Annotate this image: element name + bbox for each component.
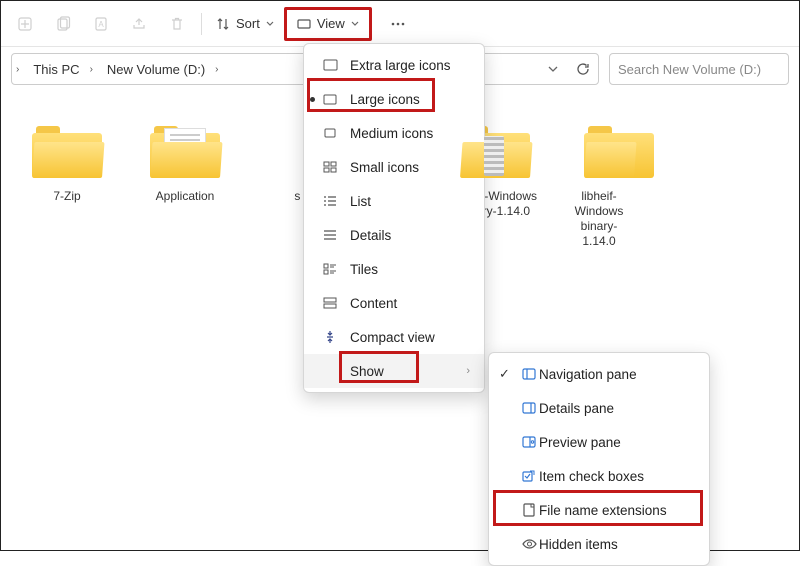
- chevron-right-icon: ›: [466, 365, 470, 377]
- refresh-icon: [576, 62, 590, 76]
- menu-list[interactable]: List: [304, 184, 484, 218]
- rename-button[interactable]: [121, 6, 157, 42]
- menu-details[interactable]: Details: [304, 218, 484, 252]
- sort-label: Sort: [236, 16, 260, 31]
- compact-icon: [322, 329, 338, 345]
- folder-item-partial[interactable]: s .: [253, 119, 309, 522]
- check-icon: ✓: [499, 366, 510, 382]
- item-label: Application: [135, 189, 235, 204]
- menu-details-pane[interactable]: Details pane: [489, 391, 709, 425]
- chevron-down-icon: [548, 64, 558, 74]
- toolbar: A Sort View: [1, 1, 799, 47]
- breadcrumb-volume[interactable]: New Volume (D:): [97, 62, 211, 77]
- file-extensions-icon: [521, 502, 537, 518]
- share-icon: [131, 16, 147, 32]
- navigation-pane-icon: [521, 366, 537, 382]
- view-menu: Extra large icons Large icons Medium ico…: [303, 43, 485, 393]
- menu-compact-view[interactable]: Compact view: [304, 320, 484, 354]
- paste-icon: A: [93, 16, 109, 32]
- item-label: libheif-Windows binary-1.14.0: [563, 189, 635, 249]
- search-input[interactable]: Search New Volume (D:): [609, 53, 789, 85]
- menu-show[interactable]: Show ›: [304, 354, 484, 388]
- sort-button[interactable]: Sort: [208, 6, 282, 42]
- ellipsis-icon: [390, 16, 406, 32]
- medium-icon: [322, 125, 338, 141]
- large-icon: [322, 91, 338, 107]
- menu-tiles[interactable]: Tiles: [304, 252, 484, 286]
- chevron-down-icon: [351, 20, 359, 28]
- sort-icon: [216, 17, 230, 31]
- search-placeholder: Search New Volume (D:): [618, 62, 761, 77]
- menu-medium-icons[interactable]: Medium icons: [304, 116, 484, 150]
- view-icon: [297, 18, 311, 30]
- menu-navigation-pane[interactable]: ✓ Navigation pane: [489, 357, 709, 391]
- menu-item-check-boxes[interactable]: Item check boxes: [489, 459, 709, 493]
- folder-icon: [150, 126, 220, 178]
- folder-icon: [32, 126, 102, 178]
- item-label: 7-Zip: [17, 189, 117, 204]
- menu-extra-large-icons[interactable]: Extra large icons: [304, 48, 484, 82]
- svg-text:A: A: [98, 20, 104, 29]
- extra-large-icon: [322, 57, 338, 73]
- small-icon: [322, 159, 338, 175]
- more-button[interactable]: [380, 6, 416, 42]
- details-pane-icon: [521, 400, 537, 416]
- content-icon: [322, 295, 338, 311]
- folder-item[interactable]: Application: [135, 119, 235, 522]
- menu-content[interactable]: Content: [304, 286, 484, 320]
- view-label: View: [317, 16, 345, 31]
- new-button[interactable]: [7, 6, 43, 42]
- item-label: s .: [253, 189, 309, 204]
- breadcrumb-this-pc[interactable]: This PC: [23, 62, 85, 77]
- checkbox-icon: [521, 468, 537, 484]
- paste-button[interactable]: A: [83, 6, 119, 42]
- folder-icon: [584, 126, 634, 178]
- view-button[interactable]: View: [284, 7, 372, 41]
- chevron-right-icon[interactable]: ›: [211, 64, 222, 75]
- menu-hidden-items[interactable]: Hidden items: [489, 527, 709, 561]
- show-submenu: ✓ Navigation pane Details pane Preview p…: [488, 352, 710, 566]
- menu-large-icons[interactable]: Large icons: [304, 82, 484, 116]
- menu-file-name-extensions[interactable]: File name extensions: [489, 493, 709, 527]
- list-icon: [322, 193, 338, 209]
- cut-icon: [17, 16, 33, 32]
- chevron-right-icon[interactable]: ›: [86, 64, 97, 75]
- copy-button[interactable]: [45, 6, 81, 42]
- toolbar-divider: [201, 13, 202, 35]
- copy-icon: [55, 16, 71, 32]
- preview-pane-icon: [521, 434, 537, 450]
- hidden-items-icon: [521, 536, 537, 552]
- tiles-icon: [322, 261, 338, 277]
- address-dropdown-button[interactable]: [538, 54, 568, 84]
- chevron-right-icon[interactable]: ›: [12, 64, 23, 75]
- refresh-button[interactable]: [568, 54, 598, 84]
- menu-preview-pane[interactable]: Preview pane: [489, 425, 709, 459]
- trash-icon: [169, 16, 185, 32]
- delete-button[interactable]: [159, 6, 195, 42]
- details-icon: [322, 227, 338, 243]
- selected-bullet-icon: [310, 97, 315, 102]
- menu-small-icons[interactable]: Small icons: [304, 150, 484, 184]
- chevron-down-icon: [266, 20, 274, 28]
- folder-item[interactable]: 7-Zip: [17, 119, 117, 522]
